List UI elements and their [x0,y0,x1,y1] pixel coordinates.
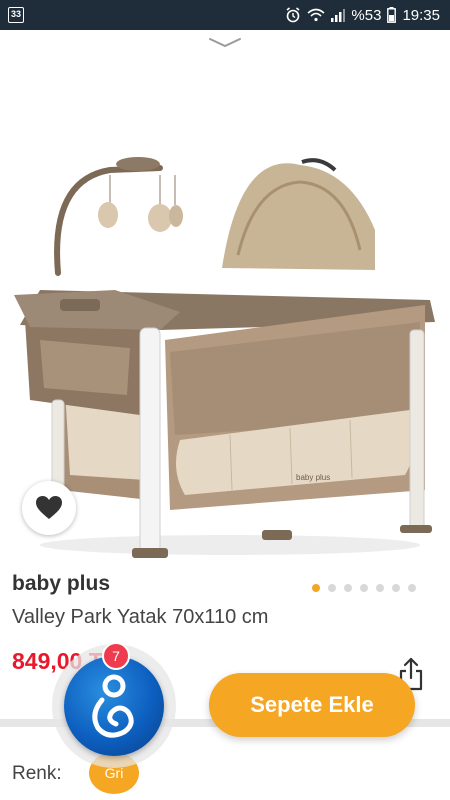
gallery-dot[interactable] [376,584,384,592]
color-label: Renk: [12,763,62,784]
status-bar: 33 %53 19:35 [0,0,450,30]
playpen-logo-text: baby plus [296,473,330,482]
wifi-icon [307,8,325,22]
status-icons: %53 19:35 [285,0,440,30]
clock: 19:35 [402,6,440,24]
assistant-floating-button[interactable]: 7 [52,642,176,768]
gallery-dot[interactable] [392,584,400,592]
gallery-dot[interactable] [408,584,416,592]
alarm-icon [286,7,300,23]
signal-icon [331,9,346,22]
product-title: Valley Park Yatak 70x110 cm [12,606,269,628]
gallery-dot[interactable] [328,584,336,592]
gallery-pagination[interactable] [312,584,416,592]
product-brand[interactable]: baby plus [12,572,110,596]
favorite-button[interactable] [22,481,76,535]
add-to-cart-button[interactable]: Sepete Ekle [209,673,415,737]
product-detail-screen: 33 %53 19:35 baby plus baby plus Valley … [0,0,450,800]
battery-icon [387,7,397,23]
product-gallery[interactable]: baby plus [0,30,450,560]
notification-badge: 7 [102,642,130,670]
gallery-dot[interactable] [312,584,320,592]
gallery-dot[interactable] [360,584,368,592]
battery-level: %53 [351,6,382,24]
heart-icon [36,496,62,519]
app-notification-icon: 33 [8,7,24,23]
gallery-dot[interactable] [344,584,352,592]
mother-baby-logo-icon [92,674,134,738]
chevron-down-icon[interactable] [208,36,242,48]
assistant-logo-icon [64,656,164,756]
